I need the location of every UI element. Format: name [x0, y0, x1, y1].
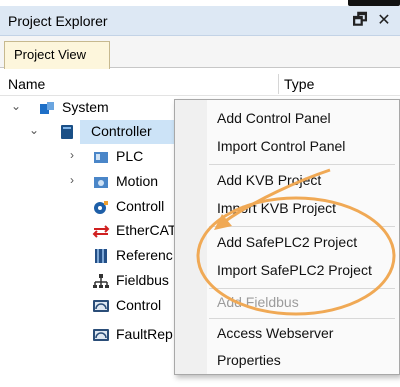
tree-item-label: Motion: [116, 173, 159, 189]
tree-item-plc[interactable]: › PLC: [0, 145, 176, 169]
tree-item-label: Controller: [91, 123, 152, 139]
tree-item-label: System: [62, 99, 109, 115]
menu-item-add-safeplc2-project[interactable]: Add SafePLC2 Project: [217, 234, 357, 250]
fieldbus-icon: [93, 274, 109, 288]
menu-item-properties[interactable]: Properties: [217, 352, 281, 368]
tree-item-controller-settings[interactable]: Controll: [0, 195, 176, 219]
tree-item-label: FaultRep: [116, 326, 173, 342]
close-icon[interactable]: ✕: [374, 10, 394, 32]
menu-divider: [209, 288, 395, 289]
control-panel-icon: [93, 300, 109, 312]
menu-item-add-control-panel[interactable]: Add Control Panel: [217, 110, 331, 126]
collapse-chevron-icon[interactable]: ⌄: [10, 99, 22, 113]
menu-icon-gutter: [175, 100, 207, 374]
menu-item-add-kvb-project[interactable]: Add KVB Project: [217, 172, 321, 188]
ethercat-icon: [92, 225, 110, 238]
fault-report-icon: [93, 329, 109, 341]
menu-item-access-webserver[interactable]: Access Webserver: [217, 325, 333, 341]
menu-divider: [209, 318, 395, 319]
menu-item-import-control-panel[interactable]: Import Control Panel: [217, 138, 345, 154]
menu-divider: [209, 164, 395, 165]
panel-title: Project Explorer: [8, 13, 108, 29]
controller-settings-icon: [94, 201, 108, 214]
tree-item-control-panel[interactable]: Control: [0, 294, 176, 318]
tree-item-fieldbus[interactable]: Fieldbus: [0, 269, 176, 293]
plc-icon: [94, 152, 108, 163]
system-icon: [40, 102, 54, 114]
menu-item-import-kvb-project[interactable]: Import KVB Project: [217, 200, 336, 216]
tree-item-label: Referenc: [116, 247, 173, 263]
expand-chevron-icon[interactable]: ›: [66, 148, 78, 162]
column-header-name[interactable]: Name: [8, 76, 45, 92]
tree-item-label: Fieldbus: [116, 272, 169, 288]
expand-chevron-icon[interactable]: ›: [66, 173, 78, 187]
collapse-chevron-icon[interactable]: ⌄: [28, 123, 40, 137]
menu-divider: [209, 226, 395, 227]
tree-item-motion[interactable]: › Motion: [0, 170, 176, 194]
tree-item-ethercat[interactable]: EtherCAT: [0, 219, 176, 243]
tree-item-system[interactable]: ⌄ System: [0, 96, 176, 120]
tree-item-references[interactable]: Referenc: [0, 244, 176, 268]
tab-bar: Project View: [0, 36, 400, 69]
tree-item-label: EtherCAT: [116, 222, 177, 238]
tree-item-label: Control: [116, 297, 162, 313]
tab-project-view[interactable]: Project View: [4, 41, 110, 69]
menu-item-add-fieldbus: Add Fieldbus: [217, 294, 299, 310]
context-menu: Add Control Panel Import Control Panel A…: [174, 99, 400, 375]
motion-icon: [94, 177, 108, 188]
tree-item-controller[interactable]: ⌄ Controller: [0, 120, 176, 144]
tree-item-label: PLC: [116, 148, 144, 164]
column-header-type[interactable]: Type: [284, 76, 314, 92]
tree-column-header: Name Type: [0, 72, 400, 96]
controller-icon: [61, 125, 73, 139]
menu-item-import-safeplc2-project[interactable]: Import SafePLC2 Project: [217, 262, 372, 278]
panel-titlebar: Project Explorer 🗗 ✕: [0, 6, 400, 36]
tree-item-label: Controll: [116, 198, 165, 214]
references-icon: [95, 249, 107, 263]
pin-icon[interactable]: 🗗: [350, 10, 370, 32]
tree-item-fault-report[interactable]: FaultRep: [0, 323, 176, 347]
column-separator[interactable]: [278, 74, 279, 94]
